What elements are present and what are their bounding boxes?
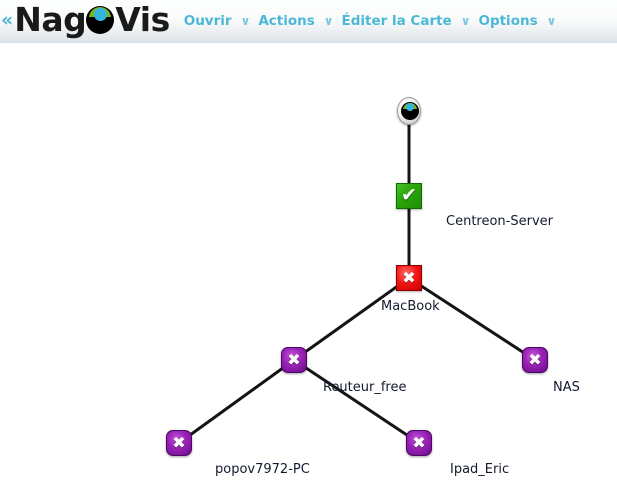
x-square-icon: ✖	[402, 268, 416, 287]
chevron-down-icon[interactable]: ∨	[324, 15, 334, 27]
x-rounded-square-icon: ✖	[287, 350, 301, 369]
map-node-label-routeur-free: Routeur_free	[323, 380, 407, 395]
map-edge-routeur-free-to-popov7972-pc	[177, 358, 296, 445]
check-square-icon: ✔	[401, 183, 417, 206]
map-node-label-centreon-server: Centreon-Server	[446, 214, 553, 229]
menu-item-actions-label: Actions	[258, 12, 315, 29]
map-node-routeur-free[interactable]: ✖	[281, 347, 307, 373]
menu-item-actions[interactable]: Actions ∨	[258, 13, 333, 29]
nagvis-badge-icon	[401, 102, 419, 120]
map-edge-macbook-to-routeur-free	[292, 276, 411, 362]
map-node-label-popov7972-pc: popov7972-PC	[215, 462, 310, 477]
menu-item-options[interactable]: Options ∨	[478, 13, 556, 29]
map-node-label-macbook: MacBook	[381, 299, 440, 314]
logo-text-left: Nag	[14, 0, 87, 39]
menu-item-ouvrir-label: Ouvrir	[183, 12, 232, 29]
menu-item-ouvrir[interactable]: Ouvrir ∨	[184, 13, 251, 29]
menu-item-editer-la-carte-label: Éditer la Carte	[341, 12, 452, 29]
logo-text-right: Vis	[115, 0, 170, 39]
chevron-down-icon[interactable]: ∨	[547, 15, 557, 27]
x-rounded-square-icon: ✖	[412, 433, 426, 452]
map-node-root[interactable]	[397, 97, 421, 125]
map-node-label-ipad-eric: Ipad_Eric	[450, 462, 510, 477]
back-chevron-icon[interactable]: «	[1, 10, 13, 30]
map-node-ipad-eric[interactable]: ✖	[406, 430, 432, 456]
map-node-centreon-server[interactable]: ✔	[396, 183, 422, 209]
menu-item-editer-la-carte[interactable]: Éditer la Carte ∨	[342, 13, 471, 29]
map-node-label-nas: NAS	[553, 380, 580, 395]
x-rounded-square-icon: ✖	[172, 433, 186, 452]
app-header: « Nag Vis Ouvrir ∨ Actions ∨ Éditer la C…	[0, 0, 617, 43]
map-edge-routeur-free-to-ipad-eric	[292, 358, 421, 445]
nagvis-logo-icon	[85, 5, 115, 35]
map-node-nas[interactable]: ✖	[522, 347, 548, 373]
chevron-down-icon[interactable]: ∨	[461, 15, 471, 27]
menu-item-options-label: Options	[478, 12, 538, 29]
map-edge-macbook-to-nas	[407, 276, 537, 362]
map-node-popov7972-pc[interactable]: ✖	[166, 430, 192, 456]
chevron-down-icon[interactable]: ∨	[241, 15, 251, 27]
map-node-macbook[interactable]: ✖	[396, 265, 422, 291]
nagvis-logo[interactable]: Nag Vis	[14, 0, 170, 39]
network-map-canvas[interactable]: ✔ Centreon-Server ✖ MacBook ✖ Routeur_fr…	[0, 44, 617, 503]
map-edges	[177, 109, 537, 445]
main-menubar: Ouvrir ∨ Actions ∨ Éditer la Carte ∨ Opt…	[184, 13, 565, 29]
x-rounded-square-icon: ✖	[528, 350, 542, 369]
